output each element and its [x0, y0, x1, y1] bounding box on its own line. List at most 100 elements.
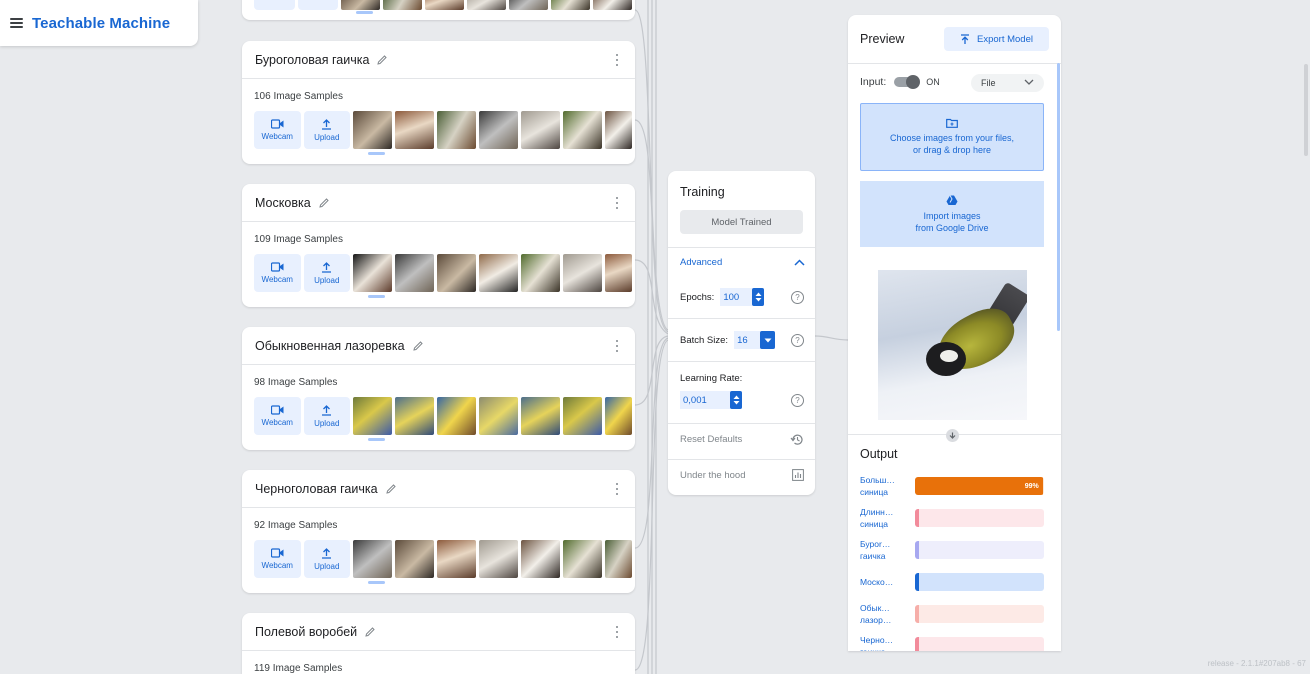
- upload-icon: [322, 404, 332, 416]
- sample-thumbnail[interactable]: [437, 254, 476, 292]
- more-options-icon[interactable]: [615, 483, 619, 495]
- sample-thumbnail[interactable]: [467, 0, 506, 10]
- learning-rate-stepper[interactable]: [730, 391, 742, 409]
- thumbnail-scrollbar[interactable]: [356, 11, 373, 14]
- pencil-icon[interactable]: [412, 340, 424, 352]
- webcam-button[interactable]: Webcam: [254, 111, 301, 149]
- train-model-button[interactable]: Model Trained: [680, 210, 803, 234]
- sample-thumbnail[interactable]: [479, 540, 518, 578]
- class-card: Обыкновенная лазоревка 98 Image Samples …: [242, 327, 635, 450]
- under-the-hood-button[interactable]: Under the hood: [680, 469, 804, 481]
- upload-button[interactable]: Upload: [303, 540, 350, 578]
- more-options-icon[interactable]: [615, 54, 619, 66]
- webcam-button[interactable]: [254, 0, 295, 10]
- help-icon[interactable]: ?: [791, 333, 804, 347]
- sample-thumbnail[interactable]: [383, 0, 422, 10]
- thumbnail-scrollbar[interactable]: [368, 295, 385, 298]
- sample-thumbnail[interactable]: [479, 111, 518, 149]
- learning-rate-input[interactable]: 0,001: [680, 391, 742, 409]
- sample-thumbnail[interactable]: [353, 254, 392, 292]
- upload-button[interactable]: Upload: [303, 397, 350, 435]
- pencil-icon[interactable]: [318, 197, 330, 209]
- sample-thumbnail[interactable]: [395, 540, 434, 578]
- input-row: Input: ON File: [848, 64, 1061, 100]
- more-options-icon[interactable]: [615, 197, 619, 209]
- sample-thumbnail[interactable]: [437, 111, 476, 149]
- export-model-button[interactable]: Export Model: [944, 27, 1049, 51]
- class-name[interactable]: Московка: [255, 196, 311, 210]
- sample-thumbnail[interactable]: [479, 397, 518, 435]
- input-toggle[interactable]: [894, 75, 921, 89]
- webcam-button[interactable]: Webcam: [254, 540, 301, 578]
- class-name[interactable]: Полевой воробей: [255, 625, 357, 639]
- sample-thumbnail[interactable]: [563, 254, 602, 292]
- thumbnail-scrollbar[interactable]: [368, 152, 385, 155]
- epochs-stepper[interactable]: [752, 288, 765, 306]
- sample-thumbnail[interactable]: [437, 540, 476, 578]
- upload-button[interactable]: Upload: [303, 111, 350, 149]
- sample-thumbnails: [353, 540, 635, 578]
- sample-thumbnail[interactable]: [605, 254, 632, 292]
- sample-thumbnail[interactable]: [425, 0, 464, 10]
- output-row: Длинн… синица: [860, 505, 1044, 531]
- input-source-select[interactable]: File: [971, 74, 1044, 92]
- sample-thumbnail[interactable]: [521, 254, 560, 292]
- class-name[interactable]: Обыкновенная лазоревка: [255, 339, 405, 353]
- sample-thumbnail[interactable]: [551, 0, 590, 10]
- sample-thumbnail[interactable]: [563, 540, 602, 578]
- preview-scrollbar[interactable]: [1057, 63, 1060, 331]
- file-drop-zone[interactable]: Choose images from your files, or drag &…: [860, 103, 1044, 171]
- more-options-icon[interactable]: [615, 626, 619, 638]
- pencil-icon[interactable]: [385, 483, 397, 495]
- sample-thumbnail[interactable]: [479, 254, 518, 292]
- pencil-icon[interactable]: [364, 626, 376, 638]
- sample-thumbnail[interactable]: [395, 111, 434, 149]
- reset-defaults-button[interactable]: Reset Defaults: [680, 433, 804, 446]
- app-title[interactable]: Teachable Machine: [32, 15, 170, 32]
- class-name[interactable]: Черноголовая гаичка: [255, 482, 378, 496]
- upload-button[interactable]: [297, 0, 338, 10]
- sample-thumbnail[interactable]: [521, 540, 560, 578]
- confidence-fill: [915, 541, 919, 559]
- sample-thumbnail[interactable]: [521, 397, 560, 435]
- chevron-down-icon[interactable]: [760, 331, 776, 349]
- sample-thumbnail[interactable]: [605, 397, 632, 435]
- release-version: release - 2.1.1#207ab8 - 67: [1207, 659, 1306, 668]
- menu-icon[interactable]: [10, 18, 23, 28]
- sample-thumbnail[interactable]: [521, 111, 560, 149]
- thumbnail-scrollbar[interactable]: [368, 438, 385, 441]
- upload-button[interactable]: Upload: [303, 254, 350, 292]
- class-card: Буроголовая гаичка 106 Image Samples Web…: [242, 41, 635, 164]
- webcam-button[interactable]: Webcam: [254, 254, 301, 292]
- sample-thumbnail[interactable]: [341, 0, 380, 10]
- pencil-icon[interactable]: [376, 54, 388, 66]
- class-name[interactable]: Буроголовая гаичка: [255, 53, 369, 67]
- advanced-toggle[interactable]: Advanced: [680, 257, 805, 268]
- sample-thumbnail[interactable]: [353, 111, 392, 149]
- sample-thumbnail[interactable]: [437, 397, 476, 435]
- help-icon[interactable]: ?: [791, 290, 804, 304]
- thumbnail-scrollbar[interactable]: [368, 581, 385, 584]
- more-options-icon[interactable]: [615, 340, 619, 352]
- batch-size-select[interactable]: 16: [734, 331, 776, 349]
- confidence-bar: [915, 509, 1044, 527]
- sample-thumbnail[interactable]: [563, 111, 602, 149]
- sample-thumbnail[interactable]: [353, 397, 392, 435]
- sample-thumbnail[interactable]: [353, 540, 392, 578]
- sample-thumbnail[interactable]: [395, 254, 434, 292]
- confidence-bar: [915, 637, 1044, 651]
- sample-thumbnail[interactable]: [395, 397, 434, 435]
- sample-thumbnail[interactable]: [605, 111, 632, 149]
- connection-lines: [634, 0, 849, 674]
- output-class-label: Длинн… синица: [860, 507, 894, 529]
- google-drive-import-button[interactable]: Import images from Google Drive: [860, 181, 1044, 247]
- help-icon[interactable]: ?: [791, 393, 804, 407]
- sample-thumbnail[interactable]: [563, 397, 602, 435]
- page-scrollbar[interactable]: [1304, 64, 1308, 156]
- webcam-button[interactable]: Webcam: [254, 397, 301, 435]
- sample-thumbnail[interactable]: [593, 0, 632, 10]
- sample-thumbnail[interactable]: [605, 540, 632, 578]
- sample-thumbnail[interactable]: [509, 0, 548, 10]
- epochs-input[interactable]: 100: [720, 288, 765, 306]
- output-row: Больш… синица 99%: [860, 473, 1044, 499]
